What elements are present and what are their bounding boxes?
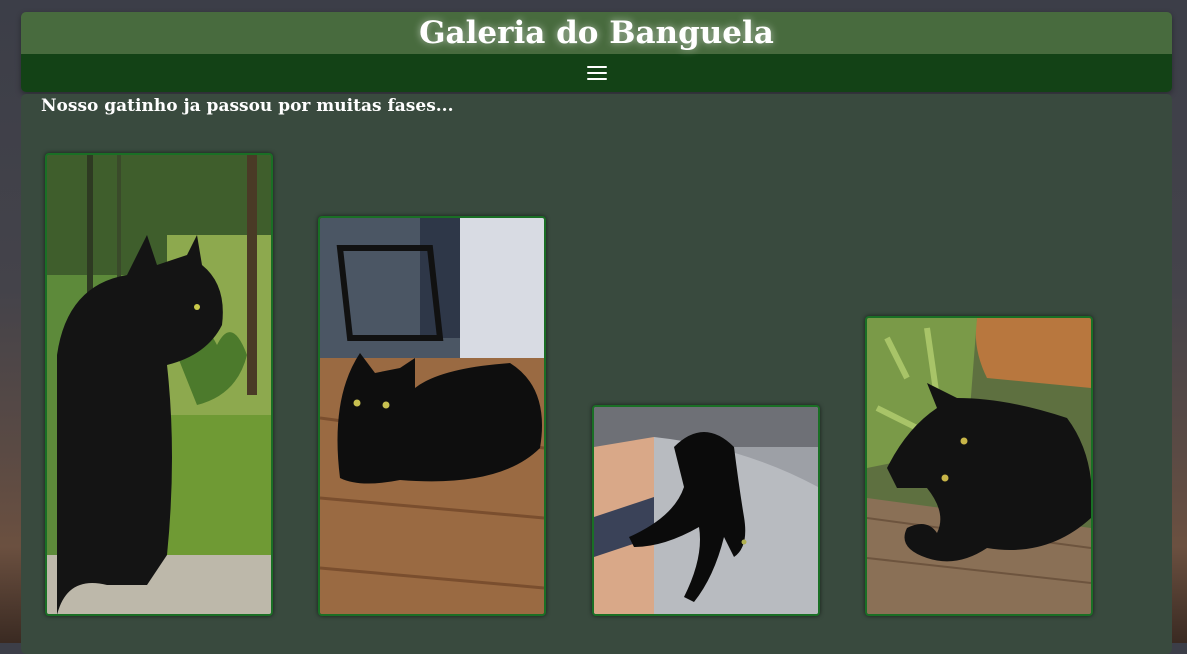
site-header: Galeria do Banguela xyxy=(21,12,1172,92)
gallery-photo-1[interactable] xyxy=(45,153,273,616)
intro-text: Nosso gatinho ja passou por muitas fases… xyxy=(41,96,454,116)
gallery-photo-3[interactable] xyxy=(592,405,820,616)
page-title: Galeria do Banguela xyxy=(419,15,774,51)
hamburger-menu-icon[interactable] xyxy=(586,66,607,80)
cat-bench-image xyxy=(867,318,1091,614)
cat-garden-image xyxy=(47,155,271,614)
cat-sofa-image xyxy=(594,407,818,614)
gallery-photo-4[interactable] xyxy=(865,316,1093,616)
gallery-panel: Nosso gatinho ja passou por muitas fases… xyxy=(21,94,1172,654)
gallery-photo-2[interactable] xyxy=(318,216,546,616)
cat-floor-image xyxy=(320,218,544,614)
nav-bar xyxy=(21,54,1172,92)
title-bar: Galeria do Banguela xyxy=(21,12,1172,54)
